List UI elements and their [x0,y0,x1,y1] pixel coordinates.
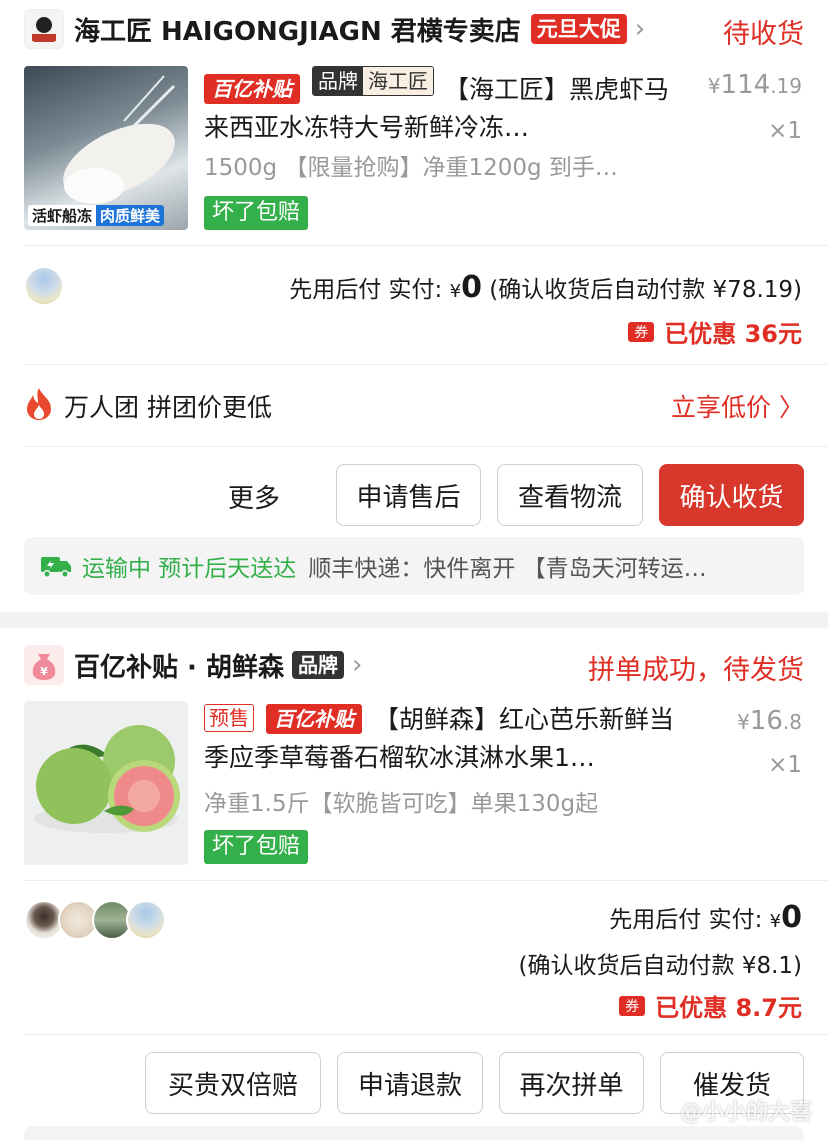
chevron-right-icon[interactable]: › [635,16,645,42]
order-status: 拼单成功，待发货 [588,655,804,686]
brand-tag: 品牌 海工匠 [311,66,434,96]
coupon-icon: 券 [619,995,646,1016]
product-thumbnail[interactable] [24,701,188,865]
order-card-1: 海工匠 HAIGONGJIAGN 君横专卖店 元旦大促 › 待收货 活虾船冻 肉… [0,0,828,612]
price-integer: 114 [720,70,771,100]
payment-summary: 先用后付 实付: ¥0 [609,900,802,935]
product-title-block[interactable]: 预售 百亿补贴 【胡鲜森】红心芭乐新鲜当季应季草莓番石榴软冰淇淋水果1… [204,701,674,777]
pay-symbol: ¥ [769,911,782,932]
logistics-bar-partial [24,1126,804,1140]
product-price: ¥114.19 [708,70,802,100]
group-buy-label: 万人团 拼团价更低 [64,393,272,422]
double-compensation-button[interactable]: 买贵双倍赔 [145,1052,321,1114]
group-buy-link[interactable]: 立享低价 〉 [671,388,804,424]
shop-logo [24,9,64,49]
payment-summary: 先用后付 实付: ¥0 (确认收货后自动付款 ¥78.19) [289,270,802,305]
watermark: @小小的大喜 [679,1100,812,1125]
subsidy-tag: 百亿补贴 [204,74,300,104]
promo-badge: 元旦大促 [530,14,627,44]
guarantee-badge: 坏了包赔 [204,196,309,230]
pay-symbol: ¥ [449,281,462,302]
price-symbol: ¥ [707,74,721,98]
shop-name[interactable]: 百亿补贴 · 胡鲜森 [74,647,284,684]
pay-auto-note: (确认收货后自动付款 ¥78.19) [481,277,802,303]
product-price: ¥16.8 [737,706,802,736]
discount-amount: 已优惠 8.7元 [655,994,802,1022]
thumb-caption-left: 活虾船冻 [28,205,97,226]
money-bag-icon: ¥ [24,645,64,685]
flame-icon [24,387,54,425]
divider [24,446,828,447]
product-title-block[interactable]: 百亿补贴 品牌 海工匠 【海工匠】黑虎虾马来西亚水冻特大号新鲜冷冻… [204,66,674,147]
guarantee-badge: 坏了包赔 [204,830,309,864]
product-spec[interactable]: 1500g 【限量抢购】净重1200g 到手… [204,148,674,182]
request-refund-button[interactable]: 申请退款 [337,1052,483,1114]
logistics-detail: 顺丰快递：快件离开 【青岛天河转运… [308,556,707,582]
order-status: 待收货 [723,19,804,50]
group-avatars[interactable] [24,900,166,940]
product-quantity: ×1 [768,118,802,144]
product-thumbnail[interactable]: 活虾船冻 肉质鲜美 [24,66,188,230]
chevron-right-icon[interactable]: › [352,652,362,678]
brand-badge: 品牌 [291,651,344,679]
pay-amount: 0 [461,270,482,305]
price-decimal: .8 [782,710,802,734]
coupon-icon: 券 [628,321,655,342]
shop-header[interactable]: 海工匠 HAIGONGJIAGN 君横专卖店 元旦大促 › [24,6,804,52]
after-sale-button[interactable]: 申请售后 [336,464,481,526]
svg-text:¥: ¥ [40,665,48,678]
discount-amount: 已优惠 36元 [664,320,802,348]
logistics-status: 运输中 预计后天送达 [82,556,297,582]
pay-prefix: 先用后付 实付: [289,277,450,303]
pay-amount: 0 [781,900,802,935]
thumb-caption: 活虾船冻 肉质鲜美 [28,205,165,226]
pay-prefix: 先用后付 实付: [609,907,770,933]
divider [24,364,828,365]
brand-tag-label: 品牌 [312,67,363,95]
divider [24,245,828,246]
pay-auto-note: (确认收货后自动付款 ¥8.1) [518,953,802,979]
order-card-2: ¥ 百亿补贴 · 胡鲜森 品牌 › 拼单成功，待发货 预售 百亿补贴 【胡鲜森】红… [0,628,828,1140]
confirm-receipt-button[interactable]: 确认收货 [659,464,804,526]
price-integer: 16 [749,706,783,736]
divider [24,880,828,881]
shop-name[interactable]: 海工匠 HAIGONGJIAGN 君横专卖店 [74,11,521,48]
price-symbol: ¥ [737,710,750,734]
product-spec[interactable]: 净重1.5斤【软脆皆可吃】单果130g起 [204,784,674,818]
view-logistics-button[interactable]: 查看物流 [497,464,643,526]
group-buy-row[interactable]: 万人团 拼团价更低 立享低价 〉 [24,386,804,426]
discount-saved: 券 已优惠 36元 [628,314,802,349]
product-quantity: ×1 [768,752,802,778]
price-decimal: .19 [770,74,802,98]
group-avatars[interactable] [24,266,64,306]
more-button[interactable]: 更多 [228,478,280,515]
subsidy-tag: 百亿补贴 [265,704,362,734]
discount-saved: 券 已优惠 8.7元 [619,988,802,1023]
avatar [24,266,64,306]
divider [24,1034,828,1035]
truck-icon [40,554,72,578]
regroup-button[interactable]: 再次拼单 [499,1052,644,1114]
avatar [126,900,166,940]
section-gap [0,612,828,628]
logistics-bar[interactable]: 运输中 预计后天送达 顺丰快递：快件离开 【青岛天河转运… [24,537,804,595]
presale-tag: 预售 [204,704,254,732]
brand-tag-name: 海工匠 [362,67,433,95]
thumb-caption-right: 肉质鲜美 [96,205,165,226]
